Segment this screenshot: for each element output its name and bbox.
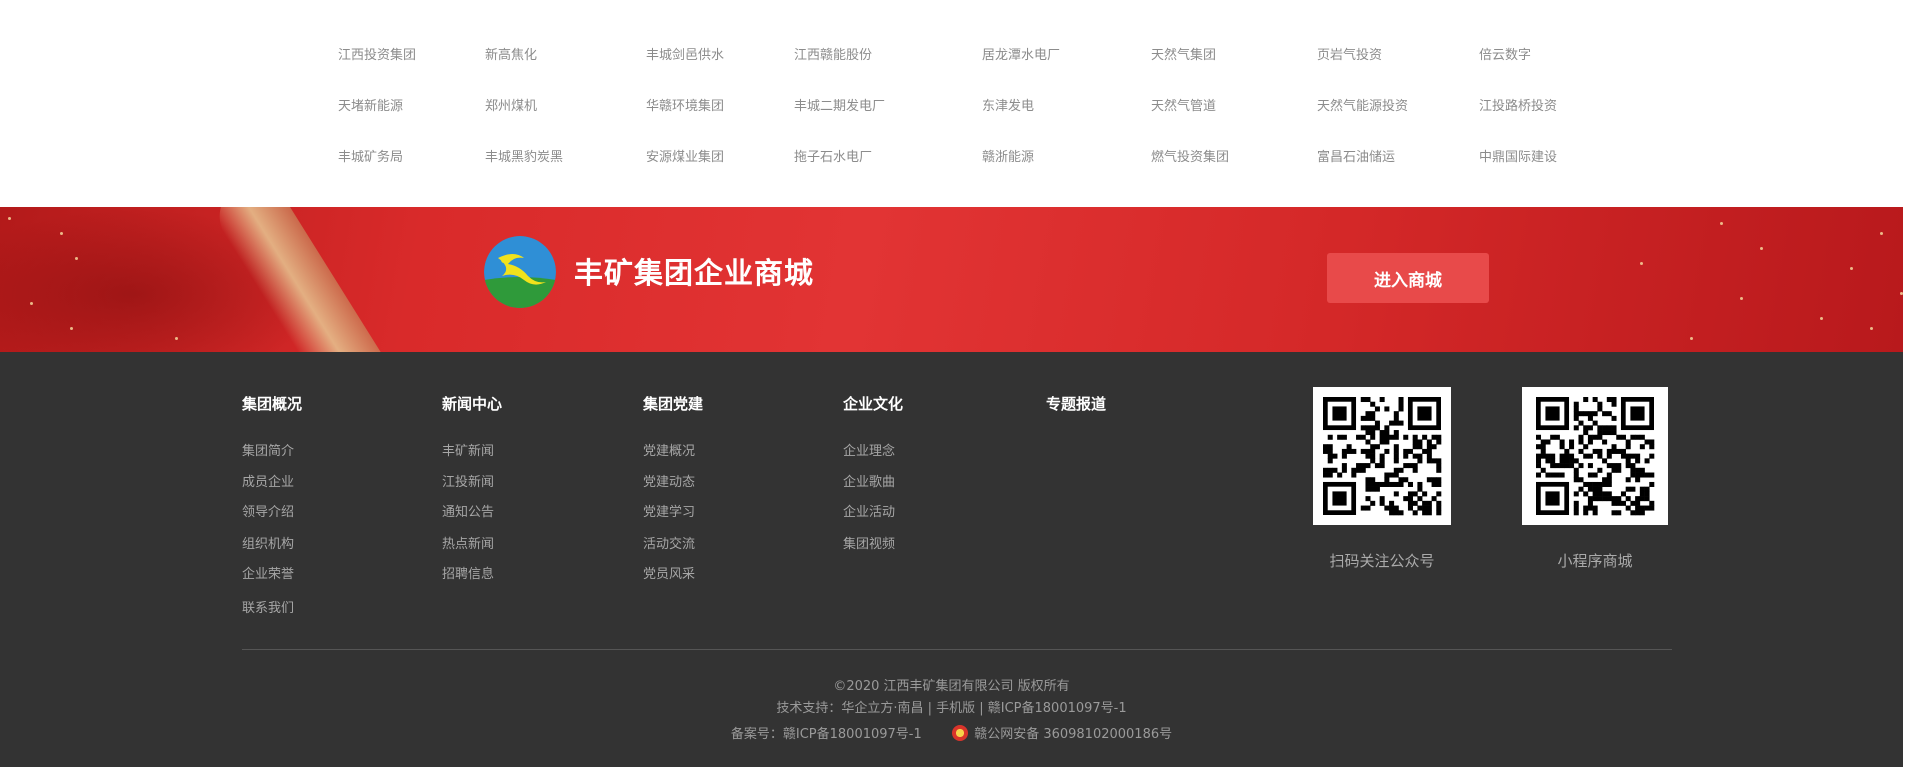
footer-link[interactable]: 活动交流 [643,533,695,552]
footer-link[interactable]: 企业荣誉 [242,563,294,582]
footer-column-heading[interactable]: 新闻中心 [442,393,502,414]
copyright-text: ©2020 江西丰矿集团有限公司 版权所有 [833,679,1070,694]
sparkle-dot [1760,247,1763,250]
member-link[interactable]: 天然气能源投资 [1317,95,1408,114]
tech-support-text[interactable]: 技术支持：华企立方·南昌 | 手机版 | 赣ICP备18001097号-1 [0,697,1903,716]
police-badge-icon [952,725,969,741]
footer-link[interactable]: 企业活动 [843,501,895,520]
member-link[interactable]: 燃气投资集团 [1151,146,1229,165]
member-link[interactable]: 倍云数字 [1479,44,1531,63]
sparkle-dot [1880,232,1883,235]
beian-line: 备案号：赣ICP备18001097号-1 赣公网安备 3609810200018… [0,723,1903,742]
member-link[interactable]: 赣浙能源 [982,146,1034,165]
footer-column-heading[interactable]: 专题报道 [1046,393,1106,414]
beian-text[interactable]: 备案号：赣ICP备18001097号-1 [731,727,922,742]
company-logo-icon [484,236,556,308]
member-link[interactable]: 中鼎国际建设 [1479,146,1557,165]
footer-link[interactable]: 江投新闻 [442,471,494,490]
footer-link[interactable]: 通知公告 [442,501,494,520]
sparkle-dot [1820,317,1823,320]
footer-link[interactable]: 成员企业 [242,471,294,490]
member-link[interactable]: 新高焦化 [485,44,537,63]
footer-link[interactable]: 热点新闻 [442,533,494,552]
footer-link[interactable]: 企业歌曲 [843,471,895,490]
footer-link[interactable]: 联系我们 [242,597,294,616]
sparkle-dot [1720,222,1723,225]
sparkle-dot [1870,327,1873,330]
sparkle-dot [70,327,73,330]
footer-link[interactable]: 企业理念 [843,440,895,459]
sparkle-dot [1900,292,1903,295]
footer-column-heading[interactable]: 集团党建 [643,393,703,414]
sparkle-dot [1740,297,1743,300]
member-link[interactable]: 页岩气投资 [1317,44,1382,63]
member-links-section: 江西投资集团 新高焦化 丰城剑邑供水 江西赣能股份 居龙潭水电厂 天然气集团 页岩气投资 倍云… [0,0,1920,207]
footer-link[interactable]: 招聘信息 [442,563,494,582]
footer-link[interactable]: 党员风采 [643,563,695,582]
sparkle-dot [60,232,63,235]
sparkle-dot [30,302,33,305]
member-link[interactable]: 天然气集团 [1151,44,1216,63]
mall-banner [0,207,1903,352]
footer-link[interactable]: 集团简介 [242,440,294,459]
police-beian-text[interactable]: 赣公网安备 36098102000186号 [974,727,1172,742]
mini-program-qr-code-icon [1522,387,1668,525]
wechat-qr-code-icon [1313,387,1451,525]
footer-link[interactable]: 党建概况 [643,440,695,459]
member-link[interactable]: 天然气管道 [1151,95,1216,114]
footer-divider [242,649,1672,650]
sparkle-dot [8,217,11,220]
member-link[interactable]: 东津发电 [982,95,1034,114]
member-link[interactable]: 丰城二期发电厂 [794,95,885,114]
sparkle-dot [175,337,178,340]
member-link[interactable]: 江西赣能股份 [794,44,872,63]
footer-column-heading[interactable]: 集团概况 [242,393,302,414]
member-link[interactable]: 拖子石水电厂 [794,146,872,165]
member-link[interactable]: 天堵新能源 [338,95,403,114]
member-link[interactable]: 居龙潭水电厂 [982,44,1060,63]
footer-link[interactable]: 领导介绍 [242,501,294,520]
sparkle-dot [1850,267,1853,270]
member-link[interactable]: 郑州煤机 [485,95,537,114]
banner-title: 丰矿集团企业商城 [574,256,815,290]
qr-label-wechat: 扫码关注公众号 [1329,552,1435,570]
member-link[interactable]: 丰城剑邑供水 [646,44,724,63]
member-link[interactable]: 富昌石油储运 [1317,146,1395,165]
member-link[interactable]: 华赣环境集团 [646,95,724,114]
footer-link[interactable]: 集团视频 [843,533,895,552]
enter-mall-button[interactable]: 进入商城 [1327,253,1489,303]
member-link[interactable]: 江西投资集团 [338,44,416,63]
footer-link[interactable]: 丰矿新闻 [442,440,494,459]
sparkle-dot [75,257,78,260]
footer-link[interactable]: 党建动态 [643,471,695,490]
member-link[interactable]: 安源煤业集团 [646,146,724,165]
sparkle-dot [1640,262,1643,265]
footer-link[interactable]: 党建学习 [643,501,695,520]
member-link[interactable]: 丰城黑豹炭黑 [485,146,563,165]
member-link[interactable]: 丰城矿务局 [338,146,403,165]
footer-column-heading[interactable]: 企业文化 [843,393,903,414]
sparkle-dot [1690,337,1693,340]
footer-link[interactable]: 组织机构 [242,533,294,552]
qr-label-mini-program: 小程序商城 [1557,552,1633,570]
member-link[interactable]: 江投路桥投资 [1479,95,1557,114]
